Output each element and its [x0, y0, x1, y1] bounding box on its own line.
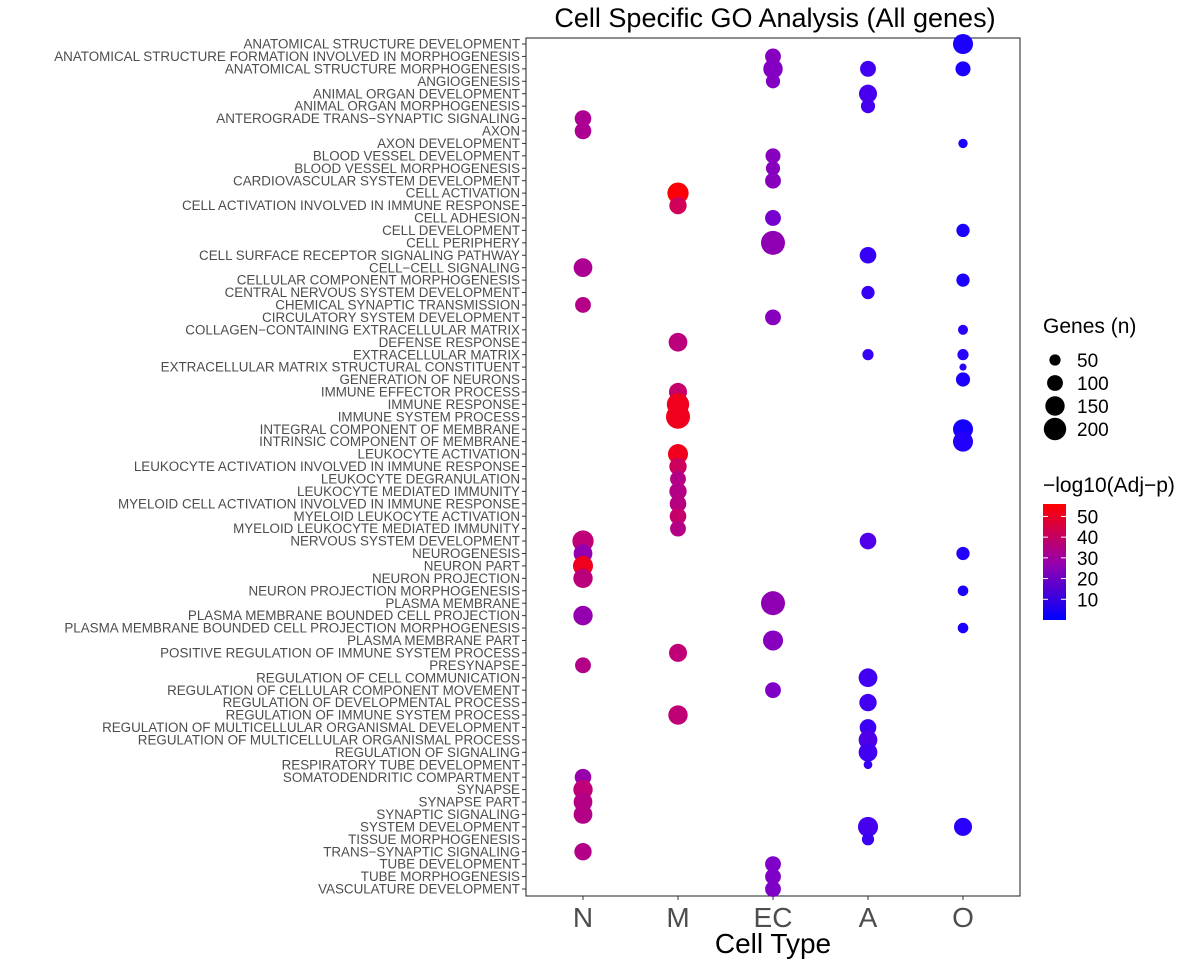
data-point: [765, 148, 781, 164]
data-point: [955, 61, 971, 77]
data-point: [957, 585, 969, 597]
data-point: [765, 881, 781, 897]
data-point: [859, 693, 877, 712]
data-point: [669, 196, 687, 215]
size-legend-key: [1043, 417, 1067, 441]
data-point: [861, 833, 875, 846]
size-legend-key: [1045, 396, 1065, 416]
data-point: [860, 60, 876, 77]
data-point: [574, 843, 592, 861]
size-legend-key: [1049, 354, 1061, 366]
data-point: [952, 33, 974, 55]
colorbar: [1043, 504, 1066, 620]
y-tick-label: ANTEROGRADE TRANS−SYNAPTIC SIGNALING: [216, 111, 520, 126]
data-point: [955, 372, 971, 387]
data-point: [573, 258, 593, 278]
data-point: [573, 568, 593, 589]
data-point: [668, 643, 688, 662]
color-legend: −log10(Adj−p) 1020304050: [1043, 474, 1175, 620]
data-point: [573, 805, 593, 824]
data-point: [957, 349, 969, 361]
y-axis-labels: ANATOMICAL STRUCTURE DEVELOPMENTANATOMIC…: [54, 37, 520, 897]
data-point: [863, 760, 873, 770]
data-point: [957, 324, 969, 335]
data-point: [670, 520, 686, 537]
data-point: [760, 230, 786, 255]
x-tick-label: N: [573, 902, 593, 933]
data-point: [958, 138, 968, 149]
data-point: [956, 223, 970, 238]
data-point: [765, 172, 781, 189]
size-legend-label: 50: [1077, 351, 1098, 372]
colorbar-label: 30: [1077, 549, 1098, 570]
color-legend-title: −log10(Adj−p): [1043, 474, 1175, 497]
data-point: [668, 705, 688, 725]
data-point: [668, 332, 688, 352]
size-legend-title: Genes (n): [1043, 315, 1136, 338]
data-point: [957, 622, 969, 634]
data-point: [858, 668, 878, 688]
colorbar-label: 50: [1077, 507, 1098, 528]
data-point: [860, 99, 876, 114]
colorbar-label: 40: [1077, 528, 1098, 549]
colorbar-label: 10: [1077, 590, 1098, 611]
colorbar-label: 20: [1077, 570, 1098, 591]
data-point: [762, 630, 784, 651]
data-point: [953, 817, 973, 836]
data-point: [765, 210, 781, 226]
data-point: [665, 404, 691, 429]
data-point: [861, 285, 875, 300]
data-point: [959, 363, 967, 371]
y-axis-ticks: [522, 43, 526, 890]
data-point: [859, 532, 877, 550]
chart-title: Cell Specific GO Analysis (All genes): [554, 3, 995, 33]
size-legend-label: 200: [1077, 420, 1109, 441]
size-legend: Genes (n) 50100150200: [1043, 315, 1136, 441]
size-legend-label: 150: [1077, 397, 1109, 418]
data-point: [575, 297, 591, 313]
data-point: [765, 74, 781, 89]
y-tick-label: VASCULATURE DEVELOPMENT: [318, 882, 520, 897]
data-point: [956, 273, 970, 287]
x-tick-label: O: [952, 902, 974, 933]
data-point: [765, 682, 781, 699]
data-point: [573, 605, 593, 626]
data-point: [575, 657, 591, 674]
data-point: [956, 546, 970, 561]
x-axis-label: Cell Type: [715, 928, 831, 959]
size-legend-label: 100: [1077, 374, 1109, 395]
data-point: [760, 591, 786, 616]
data-point: [765, 309, 781, 326]
data-point: [952, 431, 974, 452]
size-legend-key: [1047, 375, 1063, 391]
x-tick-label: M: [666, 902, 689, 933]
data-point: [858, 742, 878, 762]
x-tick-label: A: [859, 902, 878, 933]
data-point: [862, 349, 874, 361]
go-dotplot-chart: Cell Specific GO Analysis (All genes) AN…: [54, 3, 1175, 959]
data-point: [574, 122, 592, 140]
data-point: [859, 246, 877, 264]
